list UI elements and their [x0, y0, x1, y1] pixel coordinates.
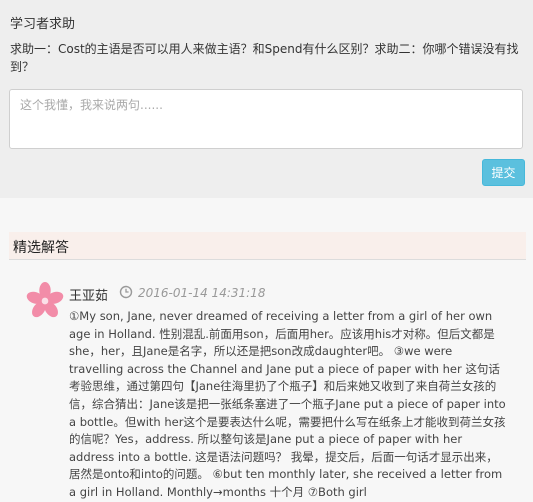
- answer-content: ①My son, Jane, never dreamed of receivin…: [69, 309, 506, 499]
- answer-time: 2016-01-14 14:31:18: [138, 286, 266, 300]
- submit-button[interactable]: 提交: [482, 159, 525, 186]
- answer-author: 王亚茹: [69, 289, 109, 304]
- ask-panel: 学习者求助 求助一：Cost的主语是否可以用人来做主语？和Spend有什么区别？…: [0, 0, 533, 198]
- answer-input[interactable]: [9, 89, 523, 149]
- page-title: 学习者求助: [10, 17, 76, 32]
- question-text: 求助一：Cost的主语是否可以用人来做主语？和Spend有什么区别？求助二：你哪…: [10, 42, 519, 74]
- clock-icon: [119, 285, 133, 299]
- section-title: 精选解答: [13, 240, 69, 256]
- section-header: 精选解答: [9, 232, 526, 260]
- flower-avatar-icon: [26, 282, 64, 318]
